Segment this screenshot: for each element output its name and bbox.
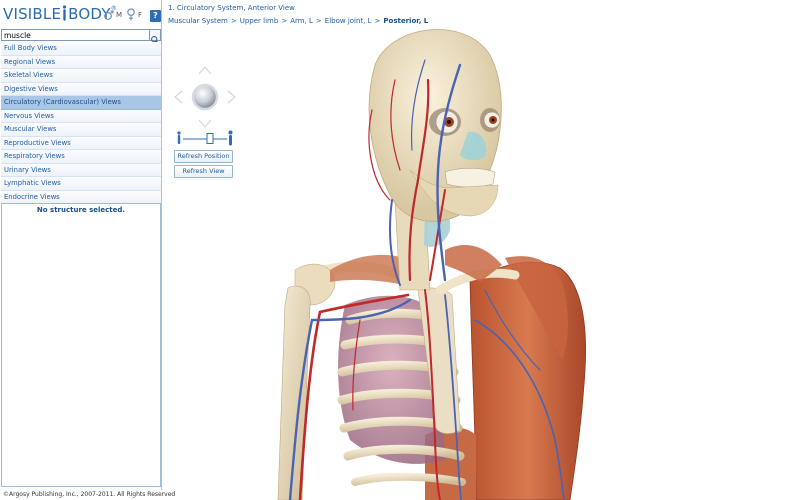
view-list-item[interactable]: Muscular Views (1, 123, 161, 137)
view-title: 1. Circulatory System, Anterior View (168, 4, 295, 12)
view-list-item[interactable]: Digestive Views (1, 82, 161, 96)
app-logo: VISIBLE BODY® (3, 5, 117, 23)
male-symbol-icon[interactable] (104, 8, 114, 21)
view-list-item[interactable]: Reproductive Views (1, 136, 161, 150)
rotate-knob-icon[interactable] (191, 83, 219, 111)
female-symbol-icon[interactable] (126, 8, 136, 21)
right-pupil (491, 118, 495, 122)
view-list-item[interactable]: Skeletal Views (1, 69, 161, 83)
view-category-list: Full Body Views Regional Views Skeletal Vi… (1, 42, 161, 204)
left-panel: VISIBLEBODY® M F ? Full Body ViewsRegion… (0, 0, 162, 490)
large-person-icon (228, 130, 233, 146)
refresh-view-button[interactable]: Refresh View (174, 165, 233, 178)
view-list-item[interactable]: Regional Views (1, 55, 161, 69)
view-list-item[interactable]: Circulatory (Cardiovascular) Views (1, 96, 161, 110)
male-label[interactable]: M (116, 11, 122, 19)
rotate-navigation-control[interactable] (174, 66, 236, 128)
help-button[interactable]: ? (150, 10, 161, 22)
gender-selector: M F (104, 8, 148, 22)
rotate-down-arrow-icon[interactable] (198, 119, 212, 128)
upper-teeth[interactable] (444, 168, 496, 188)
no-structure-message: No structure selected. (36, 206, 126, 214)
left-humerus[interactable] (277, 285, 311, 500)
view-list-item[interactable]: Urinary Views (1, 163, 161, 177)
view-list-item[interactable]: Endocrine Views (1, 190, 161, 204)
rotate-right-arrow-icon[interactable] (227, 90, 236, 104)
small-person-icon (177, 131, 181, 144)
view-list-item[interactable]: Full Body Views (1, 42, 161, 56)
logo-person-icon (63, 5, 67, 21)
refresh-position-button[interactable]: Refresh Position (174, 150, 233, 163)
logo-word-visible: VISIBLE (3, 5, 62, 23)
rotate-up-arrow-icon[interactable] (198, 66, 212, 75)
left-pupil (447, 120, 451, 124)
search-input[interactable] (2, 30, 149, 40)
zoom-slider-handle[interactable] (206, 133, 214, 144)
breadcrumb-separator: > (230, 17, 237, 25)
structure-info-panel: No structure selected. (1, 203, 161, 487)
view-list-item[interactable]: Nervous Views (1, 109, 161, 123)
zoom-slider[interactable] (176, 130, 234, 146)
view-list-item[interactable]: Respiratory Views (1, 150, 161, 164)
rotate-left-arrow-icon[interactable] (174, 90, 183, 104)
search-button[interactable] (149, 30, 160, 45)
female-label[interactable]: F (138, 11, 142, 19)
anatomy-3d-viewport[interactable] (240, 20, 800, 500)
search-box (1, 29, 161, 45)
copyright-text: ©Argosy Publishing, Inc., 2007-2011. All… (3, 491, 176, 498)
breadcrumb-link[interactable]: Muscular System (168, 17, 228, 25)
logo-bar: VISIBLE BODY® M F ? (0, 0, 162, 28)
view-list-item[interactable]: Lymphatic Views (1, 177, 161, 191)
